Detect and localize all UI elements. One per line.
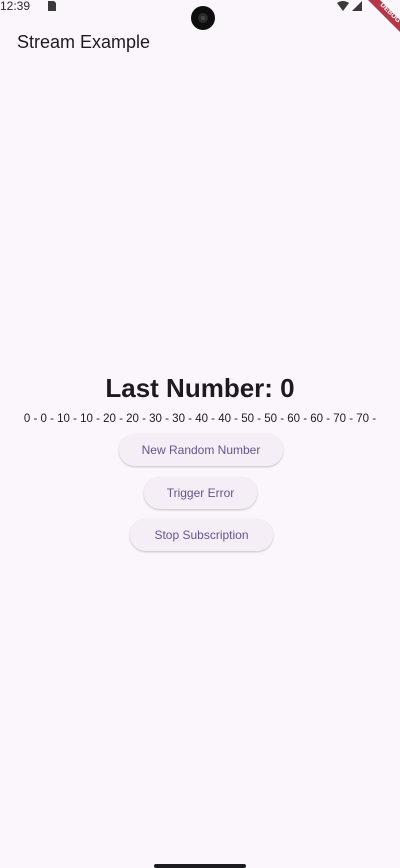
status-time: 12:39	[0, 0, 31, 13]
debug-banner: DEBUG	[368, 0, 400, 32]
new-random-number-button[interactable]: New Random Number	[119, 434, 283, 466]
home-indicator[interactable]	[154, 864, 246, 868]
sim-card-icon	[48, 1, 56, 11]
last-number-heading: Last Number: 0	[105, 373, 295, 403]
wifi-icon	[337, 1, 349, 11]
number-history-text: 0 - 0 - 10 - 10 - 20 - 20 - 30 - 30 - 40…	[23, 413, 377, 425]
app-bar-title: Stream Example	[17, 32, 151, 52]
status-bar: 12:39	[0, 0, 400, 30]
trigger-error-button[interactable]: Trigger Error	[144, 477, 257, 509]
camera-icon	[191, 6, 215, 30]
stop-subscription-button[interactable]: Stop Subscription	[130, 519, 273, 551]
